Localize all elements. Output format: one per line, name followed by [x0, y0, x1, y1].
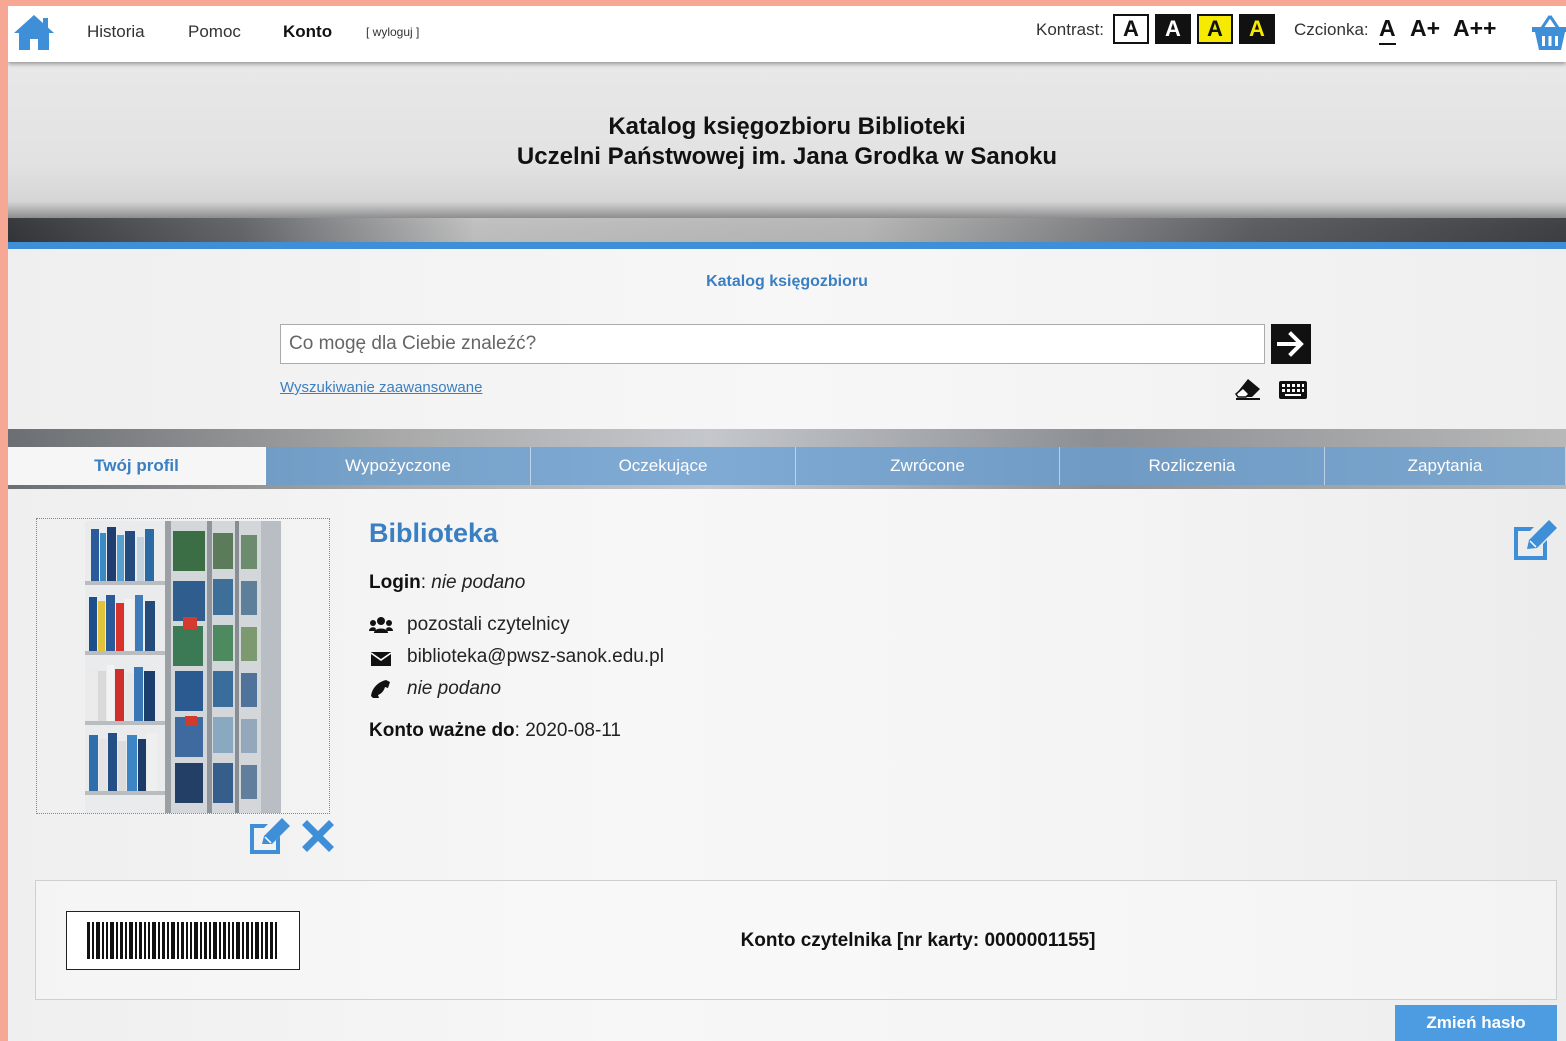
contrast-yellow-black-button[interactable]: A [1197, 14, 1233, 44]
site-title-line2: Uczelni Państwowej im. Jana Grodka w San… [516, 143, 1058, 170]
font-size-normal-button[interactable]: A [1379, 15, 1396, 45]
tab-pending[interactable]: Oczekujące [531, 447, 796, 485]
contrast-default-button[interactable]: A [1113, 14, 1149, 44]
users-icon [369, 617, 393, 633]
catalog-title: Katalog księgozbioru [706, 273, 868, 290]
header-banner: Katalog księgozbioru Biblioteki Uczelni … [8, 62, 1566, 248]
barcode-icon [87, 922, 277, 959]
nav-history-link[interactable]: Historia [87, 22, 145, 42]
bookshelf-image [85, 521, 281, 813]
tab-borrowed[interactable]: Wypożyczone [266, 447, 531, 485]
login-line: Login: nie podano [369, 572, 526, 593]
login-label: Login [369, 572, 421, 593]
account-valid-value: 2020-08-11 [525, 720, 621, 741]
email-value: biblioteka@pwsz-sanok.edu.pl [407, 646, 664, 667]
blue-divider [8, 242, 1566, 249]
nav-account-link[interactable]: Konto [283, 22, 332, 42]
site-title-line1: Katalog księgozbioru Biblioteki [608, 113, 966, 140]
search-section: Katalog księgozbioru Wyszukiwanie zaawan… [8, 249, 1566, 429]
site-title: Katalog księgozbioru Biblioteki Uczelni … [8, 112, 1566, 172]
contrast-black-white-button[interactable]: A [1155, 14, 1191, 44]
search-input[interactable] [280, 324, 1265, 364]
reader-group: pozostali czytelnicy [407, 614, 570, 635]
tab-profile[interactable]: Twój profil [8, 447, 266, 485]
eraser-icon[interactable] [1234, 377, 1262, 401]
edit-profile-icon[interactable] [1510, 518, 1558, 562]
home-icon[interactable] [12, 11, 56, 53]
contrast-black-yellow-button[interactable]: A [1239, 14, 1275, 44]
profile-photo [85, 521, 281, 813]
reader-card-number: Konto czytelnika [nr karty: 0000001155] [740, 930, 1096, 951]
delete-photo-icon[interactable] [302, 820, 334, 852]
tab-settlements[interactable]: Rozliczenia [1060, 447, 1325, 485]
account-valid-line: Konto ważne do: 2020-08-11 [369, 720, 621, 741]
search-submit-button[interactable] [1271, 324, 1311, 364]
font-size-xlarge-button[interactable]: A++ [1453, 15, 1496, 42]
logout-link[interactable]: [ wyloguj ] [366, 25, 419, 39]
envelope-icon [370, 652, 392, 666]
keyboard-icon[interactable] [1278, 379, 1308, 401]
profile-name: Biblioteka [369, 518, 499, 548]
top-navbar: Historia Pomoc Konto [ wyloguj ] Kontras… [8, 6, 1566, 62]
edit-photo-icon[interactable] [246, 816, 292, 856]
change-password-button[interactable]: Zmień hasło [1395, 1005, 1557, 1041]
arrow-right-icon [1277, 331, 1304, 357]
profile-photo-frame [36, 518, 330, 814]
phone-icon [371, 680, 390, 698]
advanced-search-link[interactable]: Wyszukiwanie zaawansowane [280, 379, 482, 396]
font-size-label: Czcionka: [1294, 20, 1369, 39]
page-frame: Historia Pomoc Konto [ wyloguj ] Kontras… [8, 6, 1566, 1041]
font-size-large-button[interactable]: A+ [1410, 15, 1440, 42]
login-value: nie podano [431, 572, 526, 593]
barcode [66, 911, 300, 970]
tab-inquiries[interactable]: Zapytania [1325, 447, 1566, 485]
nav-help-link[interactable]: Pomoc [188, 22, 241, 42]
basket-icon[interactable] [1530, 12, 1566, 52]
contrast-label: Kontrast: [1036, 20, 1105, 39]
tab-returned[interactable]: Zwrócone [796, 447, 1060, 485]
account-valid-label: Konto ważne do [369, 720, 515, 741]
phone-value: nie podano [407, 678, 502, 699]
